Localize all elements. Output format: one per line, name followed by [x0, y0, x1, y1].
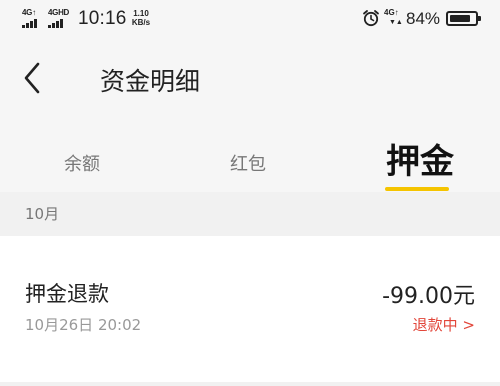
month-section-header: 10月 [0, 192, 500, 236]
status-bar: 4G↑ 4GHD 10:16 1.10 KB/s 4G↑ ▼▲ 84% [0, 0, 500, 38]
signal-icon: 4G↑ [22, 9, 44, 29]
right-network-label: 4G↑ [384, 8, 399, 17]
tab-label: 红包 [230, 154, 266, 175]
battery-percent: 84% [406, 9, 441, 28]
speed-value: 1.10 [133, 9, 149, 18]
signal-icon: 4G↑ ▼▲ [384, 9, 406, 29]
month-label: 10月 [25, 205, 60, 223]
transaction-title: 押金退款 [25, 282, 109, 306]
tab-balance[interactable]: 余额 [44, 120, 124, 192]
app-header: 资金明细 [0, 38, 500, 120]
speed-unit: KB/s [131, 18, 151, 27]
tab-red-packet[interactable]: 红包 [210, 120, 290, 192]
alarm-icon [363, 10, 379, 27]
transaction-row[interactable]: 押金退款 10月26日 20:02 -99.00元 退款中 > [0, 236, 500, 382]
divider [0, 382, 500, 386]
status-time: 10:16 [78, 8, 127, 29]
battery-icon [446, 11, 481, 26]
sim1-network-label: 4G↑ [22, 8, 36, 17]
active-tab-indicator [385, 187, 449, 191]
screen: 4G↑ 4GHD 10:16 1.10 KB/s 4G↑ ▼▲ 84% 资金明细… [0, 0, 500, 386]
signal-icon: 4GHD [48, 9, 70, 29]
transaction-amount: -99.00元 [382, 284, 475, 309]
page-title: 资金明细 [100, 67, 201, 96]
sim2-network-label: 4GHD [48, 8, 70, 17]
tab-bar: 余额 红包 押金 [0, 120, 500, 192]
chevron-left-icon[interactable] [20, 60, 44, 96]
tab-label: 余额 [64, 154, 100, 175]
refund-status-link[interactable]: 退款中 > [413, 314, 475, 335]
tab-label: 押金 [386, 142, 454, 182]
network-speed: 1.10 KB/s [129, 9, 153, 27]
tab-deposit[interactable]: 押金 [370, 120, 470, 192]
transaction-time: 10月26日 20:02 [25, 316, 142, 334]
data-arrows: ▼▲ [389, 19, 403, 26]
